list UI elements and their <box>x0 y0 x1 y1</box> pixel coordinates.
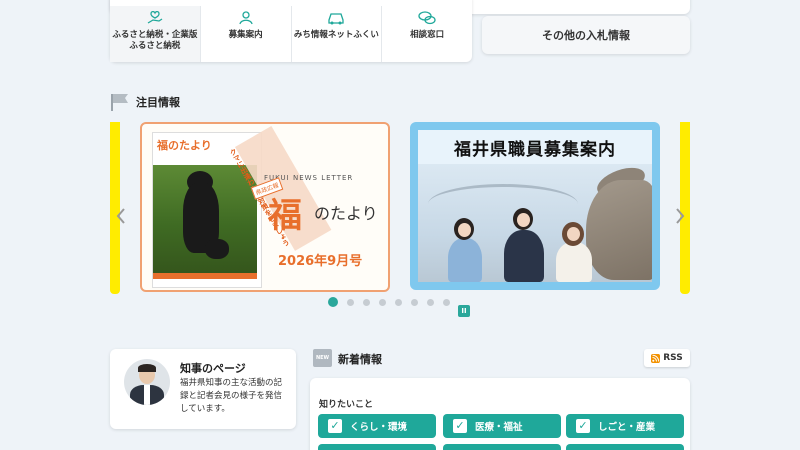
quick-link-label: みち情報ネットふくい <box>293 30 379 40</box>
category-work-industry[interactable]: ✓ しごと・産業 <box>566 414 684 438</box>
governor-description: 福井県知事の主な活動の記録と記者会見の様子を発信しています。 <box>180 378 283 414</box>
featured-heading: 注目情報 <box>110 93 180 111</box>
person-icon <box>236 10 256 26</box>
category-button-row2[interactable] <box>443 444 561 450</box>
other-bid-info-button[interactable]: その他の入札情報 <box>482 16 690 54</box>
carousel-pause-button[interactable]: II <box>458 305 470 317</box>
quick-link-label: 相談窓口 <box>410 30 445 40</box>
other-bid-info-label: その他の入札情報 <box>542 29 630 42</box>
hand-heart-icon <box>145 10 165 26</box>
newsletter-name-big: 福 <box>268 196 302 236</box>
chevron-right-icon <box>676 208 685 224</box>
quick-link-road-info[interactable]: みち情報ネットふくい <box>292 6 383 62</box>
quick-link-consult[interactable]: 相談窓口 <box>382 6 472 62</box>
quick-link-furusato[interactable]: ふるさと納税・企業版ふるさと納税 <box>110 6 201 62</box>
carousel-dot[interactable] <box>411 298 418 306</box>
rss-label: RSS <box>663 353 683 363</box>
category-label: しごと・産業 <box>598 422 656 433</box>
newsletter-issue: 2026年9月号 <box>278 254 363 269</box>
pause-icon: II <box>461 306 467 315</box>
news-panel: 知りたいこと ✓ くらし・環境 ✓ 医療・福祉 ✓ しごと・産業 <box>310 378 690 450</box>
newsletter-name-small: のたより <box>314 204 378 223</box>
news-title: 新着情報 <box>338 353 382 366</box>
slide-newsletter[interactable]: 福のたより クマに出逢わない対策をしましょう FUKUI NEWS LETTER… <box>140 122 390 292</box>
new-badge-icon: NEW <box>313 349 332 367</box>
category-label: 医療・福祉 <box>475 422 523 433</box>
category-button-row2[interactable] <box>566 444 684 450</box>
carousel-dot[interactable] <box>379 298 386 306</box>
carousel-dot[interactable] <box>395 298 402 306</box>
quick-link-label: 募集案内 <box>228 30 263 40</box>
quick-link-recruit[interactable]: 募集案内 <box>201 6 292 62</box>
category-label: くらし・環境 <box>350 422 408 433</box>
carousel-dot[interactable] <box>328 297 338 307</box>
newsletter-title: FUKUI NEWS LETTER 県政広報 福 のたより <box>250 174 388 254</box>
featured-carousel: 福のたより クマに出逢わない対策をしましょう FUKUI NEWS LETTER… <box>110 122 690 297</box>
governor-avatar <box>124 359 170 405</box>
slide-recruitment[interactable]: 福井県職員募集案内 <box>410 122 660 290</box>
category-medical-welfare[interactable]: ✓ 医療・福祉 <box>443 414 561 438</box>
category-button-row2[interactable] <box>318 444 436 450</box>
category-living-environment[interactable]: ✓ くらし・環境 <box>318 414 436 438</box>
rss-icon <box>651 353 661 363</box>
carousel-dot[interactable] <box>443 298 450 306</box>
recruitment-title: 福井県職員募集案内 <box>418 130 652 164</box>
carousel-next-button[interactable] <box>673 206 687 226</box>
magazine-cover-image: 福のたより クマに出逢わない対策をしましょう <box>152 126 332 288</box>
want-to-know-label: 知りたいこと <box>319 400 374 410</box>
checkbox-checked-icon: ✓ <box>328 419 342 433</box>
governor-page-card[interactable]: 知事のページ 福井県知事の主な活動の記録と記者会見の様子を発信しています。 <box>110 349 296 429</box>
rss-button[interactable]: RSS <box>644 349 690 367</box>
quick-links-card: ふるさと納税・企業版ふるさと納税 募集案内 みち情報ネットふくい 相談窓口 <box>110 0 472 62</box>
checkbox-checked-icon: ✓ <box>453 419 467 433</box>
governor-title: 知事のページ <box>180 362 246 375</box>
checkbox-checked-icon: ✓ <box>576 419 590 433</box>
magazine-logo: 福のたより <box>157 139 212 152</box>
new-badge-label: NEW <box>315 355 330 361</box>
quick-link-label: ふるさと納税・企業版ふるさと納税 <box>112 30 198 51</box>
carousel-prev-button[interactable] <box>114 206 128 226</box>
carousel-dot[interactable] <box>427 298 434 306</box>
car-icon <box>326 10 346 26</box>
recruitment-image: 福井県職員募集案内 <box>418 130 652 282</box>
carousel-dots <box>328 297 459 307</box>
chat-icon <box>417 10 437 26</box>
carousel-dot[interactable] <box>347 298 354 306</box>
flag-icon <box>111 94 128 111</box>
carousel-dot[interactable] <box>363 298 370 306</box>
chevron-left-icon <box>116 208 125 224</box>
featured-title: 注目情報 <box>136 96 180 109</box>
